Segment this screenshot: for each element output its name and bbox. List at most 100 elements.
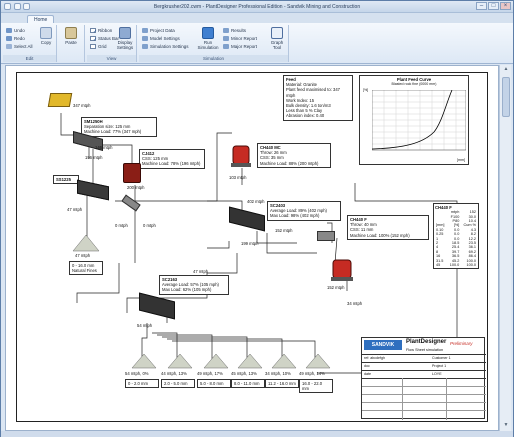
grid-toggle[interactable]: Grid bbox=[90, 43, 107, 50]
monitor-icon bbox=[119, 27, 131, 39]
product-range-label: 5.0 - 8.0 mm bbox=[200, 381, 224, 386]
major-report-button[interactable]: Major Report bbox=[223, 43, 257, 50]
product-range-box: 2.0 - 5.0 mm bbox=[161, 379, 195, 389]
flowsheet-canvas[interactable]: 347 mtph SM1250H Separation size: 125 mm… bbox=[5, 65, 499, 431]
product-range-label: 8.0 - 11.0 mm bbox=[234, 381, 260, 386]
maximize-button[interactable]: □ bbox=[488, 2, 499, 10]
jaw-crusher-icon[interactable] bbox=[123, 163, 141, 183]
graph-icon bbox=[271, 27, 283, 39]
title-block-project: Project 1 bbox=[432, 364, 447, 368]
feed-curve-plot bbox=[372, 90, 466, 151]
product-range-box: 16.0 - 22.0 mm bbox=[299, 379, 333, 394]
scalping-screen-box[interactable]: SS1225 bbox=[53, 175, 79, 185]
flow-label: 146 mtph bbox=[95, 145, 113, 150]
title-block-date: date bbox=[364, 372, 371, 376]
flow-label: 47 mtph bbox=[67, 207, 83, 212]
ribbon-group-display: Display Settings bbox=[111, 25, 137, 62]
screen-sc2163-box[interactable]: SC2163 Average Load: 57% (105 mph) Max L… bbox=[159, 275, 229, 295]
product-stockpile-icon[interactable] bbox=[305, 353, 331, 369]
grading-table-row: 45 100.0 100.0 bbox=[435, 263, 477, 267]
minimize-button[interactable]: – bbox=[476, 2, 487, 10]
model-settings-button[interactable]: Model Settings bbox=[142, 35, 180, 42]
feeder-truck-icon[interactable] bbox=[47, 93, 73, 107]
title-block-tag: Preliminary bbox=[450, 341, 473, 346]
edit-group-label: Edit bbox=[3, 55, 56, 62]
vertical-scrollbar[interactable]: ▲ ▼ bbox=[499, 65, 511, 431]
product-range-box: 0 - 2.0 mm bbox=[125, 379, 159, 389]
redo-button[interactable]: Redo bbox=[6, 35, 25, 42]
jaw-crusher-box[interactable]: CJ412 CSS: 125 mm Machine Load: 78% (196… bbox=[139, 149, 205, 169]
product-range-box: 5.0 - 8.0 mm bbox=[197, 379, 231, 389]
product-stockpile-icon[interactable] bbox=[237, 353, 263, 369]
product-tons-label: 49 mtph, 14% bbox=[299, 371, 325, 376]
status-bar-checkbox[interactable]: ✓ bbox=[90, 36, 97, 43]
grading-table: CH440 F mtph 152 F100 30.0 P80 10.4 [mm] [%] Cum… bbox=[433, 203, 479, 270]
minor-report-button[interactable]: Minor Report bbox=[223, 35, 257, 42]
window-title: Bergkrusher202.cwm - PlantDesigner Profe… bbox=[153, 4, 361, 10]
run-simulation-button[interactable]: Run Simulation bbox=[197, 27, 219, 50]
flow-label: 47 mtph bbox=[193, 269, 209, 274]
copy-icon bbox=[40, 27, 52, 39]
stockpile-natural-fines-icon[interactable] bbox=[71, 233, 101, 253]
feed-curve-subtitle: Blasted rock fine (0000 mm) bbox=[391, 82, 437, 87]
scroll-up-icon[interactable]: ▲ bbox=[502, 66, 510, 74]
scroll-thumb[interactable] bbox=[502, 77, 510, 117]
flow-label: 152 mtph bbox=[275, 228, 293, 233]
product-range-label: 16.0 - 22.0 mm bbox=[302, 381, 323, 392]
transfer-conveyor-icon[interactable] bbox=[317, 231, 335, 241]
flow-label: 0 mtph bbox=[115, 223, 128, 228]
flow-label: 103 mtph bbox=[229, 175, 247, 180]
product-tons-label: 45 mtph, 13% bbox=[231, 371, 257, 376]
undo-icon bbox=[6, 28, 12, 33]
flow-label: 200 mtph bbox=[127, 185, 145, 190]
title-block-customer: Customer 1 bbox=[432, 356, 451, 360]
cone-crusher-mc-box[interactable]: CH440 MC Throw: 26 mm CSS: 35 mm Machine… bbox=[257, 143, 331, 168]
ribbon-checkbox[interactable]: ✓ bbox=[90, 28, 97, 35]
close-button[interactable]: × bbox=[500, 2, 511, 10]
results-button[interactable]: Results bbox=[223, 27, 246, 34]
feed-curve-y-unit: [%] bbox=[363, 88, 369, 92]
cone-crusher-mc-icon[interactable] bbox=[229, 143, 253, 169]
cone-crusher-f-icon[interactable] bbox=[329, 257, 355, 283]
project-data-button[interactable]: Project Data bbox=[142, 27, 175, 34]
simulation-settings-icon bbox=[142, 44, 148, 49]
copy-button[interactable]: Copy bbox=[39, 27, 53, 45]
project-data-icon bbox=[142, 28, 148, 33]
product-stockpile-icon[interactable] bbox=[131, 353, 157, 369]
scroll-down-icon[interactable]: ▼ bbox=[502, 422, 510, 430]
ribbon-group-edit: Undo Redo Select All Copy Edit bbox=[3, 25, 57, 62]
product-tons-label: 49 mtph, 17% bbox=[197, 371, 223, 376]
product-tons-label: 44 mtph, 13% bbox=[161, 371, 187, 376]
feed-info-box: Feed Material: Granite Plant feed maximi… bbox=[283, 75, 353, 121]
grading-table-row: 0.25 0.0 8.2 bbox=[435, 232, 477, 236]
simulation-settings-button[interactable]: Simulation Settings bbox=[142, 43, 189, 50]
graph-tool-button[interactable]: Graph Tool bbox=[267, 27, 287, 50]
title-block-ref: ref: abcdefgh bbox=[364, 356, 385, 360]
grizzly-feeder-box[interactable]: SM1250H Separation size: 125 mm Machine … bbox=[81, 117, 157, 137]
flow-label: 196 mtph bbox=[85, 155, 103, 160]
select-all-button[interactable]: Select All bbox=[6, 43, 33, 50]
grading-table-cell: 45 bbox=[436, 263, 441, 268]
cone-crusher-f-box[interactable]: CH440 F Throw: 40 mm CSS: 11 mm Machine … bbox=[347, 215, 429, 240]
flow-label: 199 mtph bbox=[241, 241, 259, 246]
sandvik-logo: SANDVIK bbox=[364, 340, 402, 350]
stockpile-left-box: 0 - 16.0 mm Natural Fines bbox=[69, 261, 103, 276]
ribbon-toggle[interactable]: ✓ Ribbon bbox=[90, 27, 112, 35]
feed-curve-x-unit: [mm] bbox=[457, 157, 465, 162]
simulation-group-label: Simulation bbox=[139, 55, 288, 62]
product-stockpile-icon[interactable] bbox=[167, 353, 193, 369]
undo-button[interactable]: Undo bbox=[6, 27, 25, 34]
tab-home[interactable]: Home bbox=[27, 15, 55, 23]
product-range-label: 11.2 - 16.0 mm bbox=[268, 381, 296, 386]
grid-checkbox[interactable] bbox=[90, 44, 96, 49]
screen-sc2403-box[interactable]: SC2403 Average Load: 89% (402 mph) Max L… bbox=[267, 201, 341, 221]
title-block-subtitle: Flow Sheet simulation bbox=[406, 348, 444, 352]
grading-table-cell: 100.0 bbox=[466, 263, 476, 268]
flow-label: 402 mtph bbox=[247, 199, 265, 204]
paste-button[interactable]: Paste bbox=[63, 27, 79, 45]
product-stockpile-icon[interactable] bbox=[203, 353, 229, 369]
display-settings-button[interactable]: Display Settings bbox=[113, 27, 137, 50]
product-stockpile-icon[interactable] bbox=[271, 353, 297, 369]
application-window: Bergkrusher202.cwm - PlantDesigner Profe… bbox=[0, 0, 514, 437]
product-tons-label: 34 mtph, 10% bbox=[265, 371, 291, 376]
